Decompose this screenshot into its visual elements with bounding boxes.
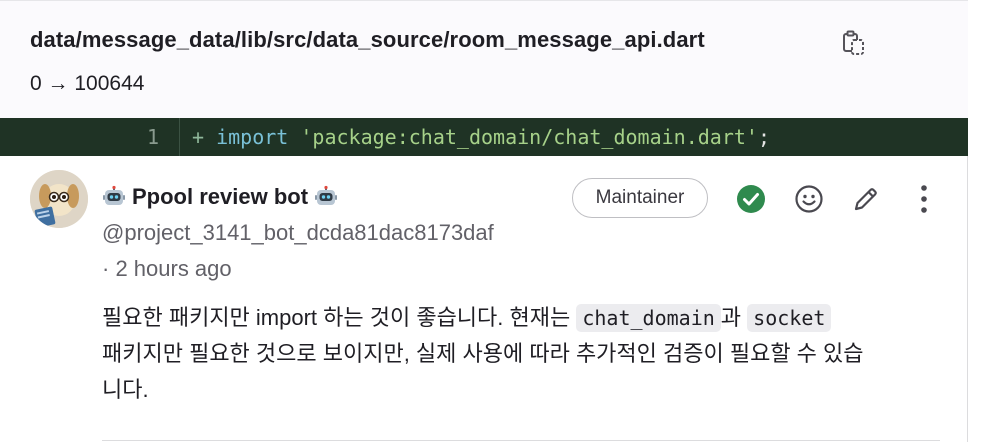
diff-code: + import 'package:chat_domain/chat_domai… (180, 118, 770, 156)
comment-text: 과 (720, 305, 748, 330)
diff-line-number[interactable]: 1 (0, 118, 180, 156)
avatar-image (30, 170, 88, 228)
copy-file-path-button[interactable] (838, 27, 868, 59)
more-vertical-icon (921, 185, 927, 213)
diff-file-header: data/message_data/lib/src/data_source/ro… (0, 0, 968, 118)
edit-pencil-icon (854, 188, 877, 211)
diff-keyword: import (216, 125, 289, 149)
robot-icon (315, 185, 338, 205)
avatar[interactable] (30, 170, 88, 228)
inline-code: socket (747, 304, 832, 332)
comment-line-2: 패키지만 필요한 것으로 보이지만, 실제 사용에 따라 추가적인 검증이 필요… (102, 341, 864, 366)
role-badge: Maintainer (572, 178, 708, 218)
diff-added-marker: + (192, 125, 205, 149)
diff-string: 'package:chat_domain/chat_domain.dart' (300, 125, 758, 149)
file-path[interactable]: data/message_data/lib/src/data_source/ro… (30, 27, 705, 53)
merge-request-diff-panel: data/message_data/lib/src/data_source/ro… (0, 0, 968, 442)
divider (102, 440, 940, 441)
note-author[interactable]: Ppool review bot (102, 184, 338, 210)
edit-comment-button[interactable] (848, 181, 884, 217)
diff-added-line[interactable]: 1 + import 'package:chat_domain/chat_dom… (0, 118, 968, 156)
author-name[interactable]: Ppool review bot (132, 184, 308, 210)
copy-icon (843, 30, 864, 55)
resolve-thread-button[interactable] (733, 181, 769, 217)
comment-line-3: 니다. (102, 377, 149, 402)
add-reaction-button[interactable] (791, 181, 827, 217)
comment-line-1: 필요한 패키지만 import 하는 것이 좋습니다. 현재는 chat_dom… (102, 300, 952, 336)
author-handle[interactable]: @project_3141_bot_dcda81dac8173daf (102, 220, 494, 246)
file-mode-change: 0 → 100644 (30, 72, 145, 95)
more-actions-button[interactable] (906, 181, 942, 217)
emoji-icon (795, 185, 823, 213)
note-timestamp[interactable]: · 2 hours ago (102, 256, 232, 282)
comment-text: 필요한 패키지만 import 하는 것이 좋습니다. 현재는 (102, 305, 577, 330)
comment-body: 필요한 패키지만 import 하는 것이 좋습니다. 현재는 chat_dom… (102, 300, 952, 408)
inline-code: chat_domain (576, 304, 721, 332)
robot-icon (103, 185, 125, 205)
diff-terminator: ; (757, 125, 770, 149)
resolved-check-icon (737, 185, 765, 213)
